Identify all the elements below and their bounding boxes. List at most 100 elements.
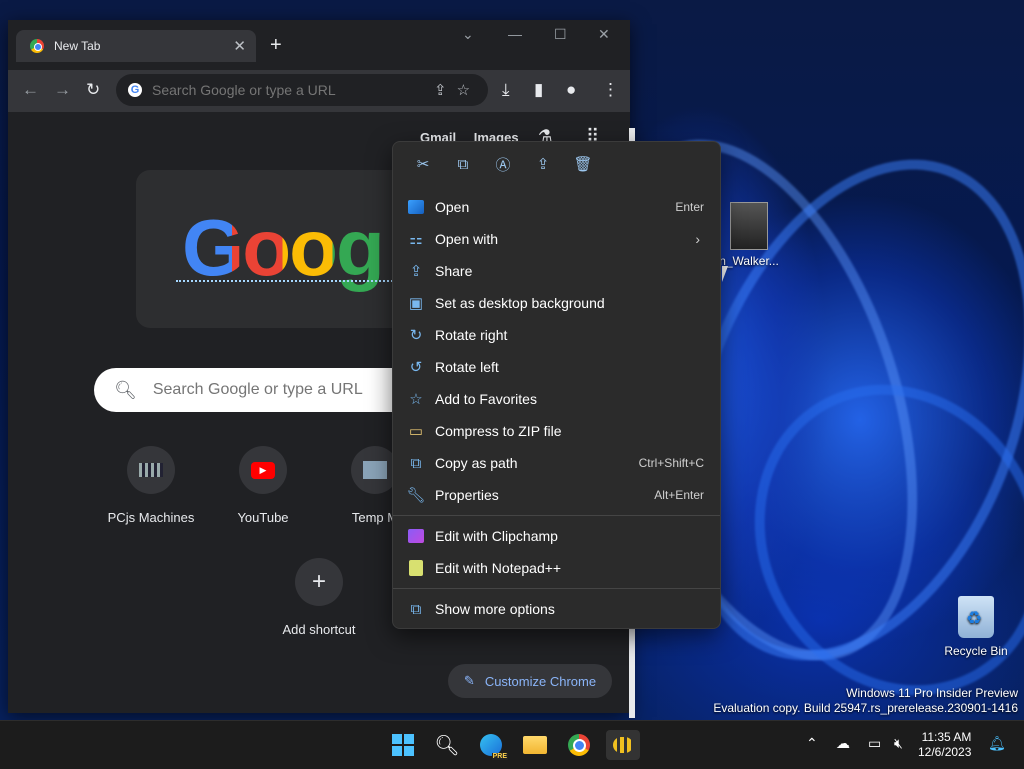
open-with-icon: ⚏	[409, 231, 423, 248]
youtube-icon: ▶	[239, 446, 287, 494]
volume-muted-icon[interactable]: 🔇︎	[894, 735, 903, 752]
chrome-taskbar-button[interactable]	[564, 730, 594, 760]
menu-item-share[interactable]: ⇪ Share	[397, 256, 716, 286]
start-button[interactable]	[388, 730, 418, 760]
recycle-bin-icon	[958, 596, 994, 638]
notepad-plus-icon	[407, 559, 425, 577]
add-shortcut-button[interactable]: + Add shortcut	[264, 558, 374, 637]
reload-icon[interactable]: ↻	[86, 80, 100, 100]
search-icon: 🔍︎	[434, 734, 460, 757]
network-icon[interactable]: ▭	[868, 735, 881, 752]
file-context-menu: ✂ ⧉ Ⓐ ⇪ 🗑︎ Open Enter ⚏ Open with › ⇪ Sh…	[392, 141, 721, 629]
copy-path-icon: ⧉	[410, 454, 422, 472]
show-hidden-icons-icon[interactable]: ⌃	[806, 735, 818, 752]
shortcut-label: YouTube	[237, 510, 289, 525]
watermark-line-1: Windows 11 Pro Insider Preview	[846, 686, 1018, 700]
menu-item-show-more-options[interactable]: ⧉ Show more options	[397, 594, 716, 624]
chrome-icon	[568, 734, 590, 756]
new-tab-button[interactable]: +	[270, 34, 282, 57]
search-button[interactable]: 🔍︎	[432, 730, 462, 760]
delete-icon[interactable]: 🗑︎	[563, 155, 603, 173]
menu-item-set-desktop-background[interactable]: ▣ Set as desktop background	[397, 288, 716, 318]
rename-icon[interactable]: Ⓐ	[483, 154, 523, 175]
cut-icon[interactable]: ✂	[403, 155, 443, 173]
omnibox-input[interactable]	[150, 81, 424, 99]
context-quick-actions: ✂ ⧉ Ⓐ ⇪ 🗑︎	[393, 142, 720, 186]
browser-toolbar: ← → ↻ G ⇪ ☆ ⤓ ▮ ● ⋮	[8, 70, 630, 112]
minimize-button[interactable]: —	[508, 26, 522, 42]
taskbar-clock[interactable]: 11:35 AM 12/6/2023	[918, 730, 971, 760]
edge-preview-button[interactable]: PRE	[476, 730, 508, 760]
menu-item-edit-with-notepad-plus[interactable]: Edit with Notepad++	[397, 553, 716, 583]
side-panel-icon[interactable]: ▮	[534, 80, 543, 100]
bookmark-star-icon[interactable]: ☆	[457, 81, 470, 99]
tab-new-tab[interactable]: New Tab ✕	[16, 30, 256, 62]
rotate-right-icon: ↻	[409, 327, 423, 344]
active-app-button[interactable]	[606, 730, 640, 760]
customize-chrome-button[interactable]: ✎ Customize Chrome	[448, 664, 612, 698]
menu-item-copy-as-path[interactable]: ⧉ Copy as path Ctrl+Shift+C	[397, 448, 716, 478]
wrench-icon: 🔧︎	[406, 487, 426, 504]
menu-item-open-with[interactable]: ⚏ Open with ›	[397, 224, 716, 254]
share-page-icon[interactable]: ⇪	[434, 81, 447, 99]
share-icon[interactable]: ⇪	[523, 155, 563, 173]
ntp-search-input[interactable]	[150, 380, 415, 400]
menu-item-rotate-left[interactable]: ↺ Rotate left	[397, 352, 716, 382]
menu-item-add-to-favorites[interactable]: ☆ Add to Favorites	[397, 384, 716, 414]
shortcut-pcjs-machines[interactable]: PCjs Machines	[96, 446, 206, 525]
photo-thumbnail	[730, 202, 768, 250]
windows-logo-icon	[392, 734, 414, 756]
omnibox[interactable]: G ⇪ ☆	[116, 74, 488, 106]
chevron-right-icon: ›	[695, 231, 700, 247]
back-icon[interactable]: ←	[22, 80, 39, 100]
pcjs-favicon-icon	[127, 446, 175, 494]
chrome-favicon-icon	[30, 39, 44, 53]
recycle-bin-label: Recycle Bin	[944, 644, 1008, 658]
star-icon: ☆	[409, 391, 423, 408]
search-icon: 🔍︎	[114, 379, 137, 400]
photos-icon	[407, 198, 425, 216]
edge-browser-icon: PRE	[480, 734, 508, 760]
folder-icon	[523, 736, 547, 754]
more-options-icon: ⧉	[410, 600, 422, 618]
menu-item-rotate-right[interactable]: ↻ Rotate right	[397, 320, 716, 350]
onedrive-cloud-icon[interactable]: ☁	[836, 735, 850, 752]
menu-item-properties[interactable]: 🔧︎ Properties Alt+Enter	[397, 480, 716, 510]
profile-icon[interactable]: ●	[566, 80, 576, 100]
menu-item-open[interactable]: Open Enter	[397, 192, 716, 222]
google-g-icon: G	[128, 83, 142, 97]
ntp-search-box[interactable]: 🔍︎	[94, 368, 434, 412]
rotate-left-icon: ↺	[409, 359, 423, 376]
menu-kebab-icon[interactable]: ⋮	[602, 80, 619, 100]
tab-title: New Tab	[54, 39, 101, 53]
shortcut-youtube[interactable]: ▶ YouTube	[208, 446, 318, 525]
file-explorer-button[interactable]	[520, 730, 550, 760]
customize-chrome-label: Customize Chrome	[484, 673, 597, 689]
desktop-photo-file[interactable]: n_Walker...	[716, 202, 782, 268]
notification-bell-icon[interactable]: 🔔︎	[988, 735, 1006, 752]
menu-separator	[393, 588, 720, 589]
download-icon[interactable]: ⤓	[502, 80, 510, 100]
recycle-bin[interactable]: Recycle Bin	[940, 596, 1012, 658]
clock-date: 12/6/2023	[918, 745, 972, 759]
doodle-lights	[176, 280, 396, 284]
add-shortcut-label: Add shortcut	[282, 622, 356, 637]
menu-item-compress-zip[interactable]: ▭ Compress to ZIP file	[397, 416, 716, 446]
google-doodle[interactable]: Goog	[136, 170, 436, 328]
pencil-icon: ✎	[463, 673, 475, 688]
menu-item-edit-with-clipchamp[interactable]: Edit with Clipchamp	[397, 521, 716, 551]
share-icon: ⇪	[409, 263, 423, 280]
clock-time: 11:35 AM	[921, 730, 972, 744]
mouse-cursor-icon	[722, 266, 734, 282]
windows-watermark: Windows 11 Pro Insider Preview Evaluatio…	[713, 686, 1018, 716]
maximize-button[interactable]: ☐	[554, 26, 567, 43]
shortcut-label: PCjs Machines	[107, 510, 195, 525]
zip-icon: ▭	[408, 423, 424, 440]
tab-search-icon[interactable]: ⌄	[462, 26, 474, 43]
desktop-background-icon: ▣	[408, 295, 424, 312]
close-window-button[interactable]: ✕	[598, 26, 610, 43]
forward-icon[interactable]: →	[54, 80, 71, 100]
plus-icon: +	[295, 558, 343, 606]
close-tab-icon[interactable]: ✕	[233, 37, 246, 55]
copy-icon[interactable]: ⧉	[443, 156, 483, 173]
